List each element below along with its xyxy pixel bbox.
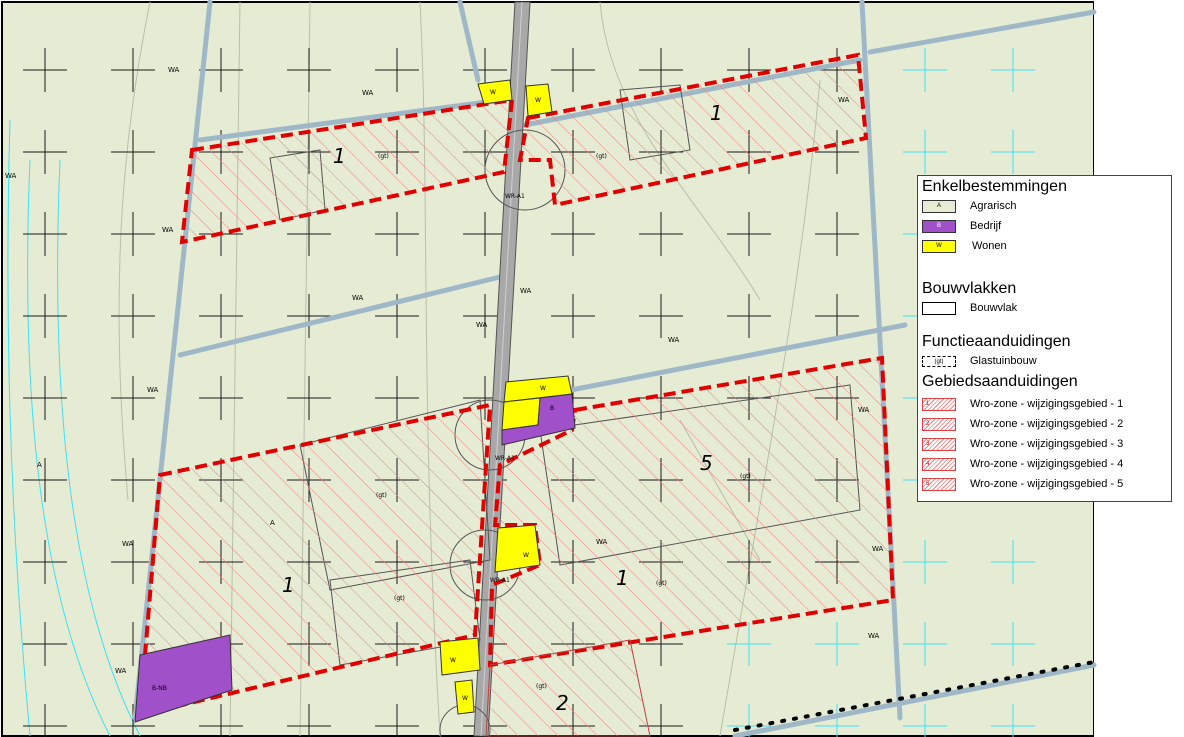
map-legend: Enkelbestemmingen A Agrarisch B Bedrijf … [917,175,1172,502]
wonen-code: W [535,97,541,104]
zone-label: WA [352,294,364,302]
bedrijf-swatch: B [922,219,956,233]
swatch-code: A [936,202,941,209]
zone-label: WA [362,89,374,97]
legend-item-wro-zone: 2 Wro-zone - wijzigingsgebied - 2 [922,416,1123,432]
gt-label: (gt) [536,683,547,690]
legend-label: Wro-zone - wijzigingsgebied - 2 [970,418,1124,430]
legend-heading-bouwvlakken: Bouwvlakken [922,280,1017,297]
glastuinbouw-swatch: (gt) [922,355,956,367]
swatch-code: 3 [926,440,930,447]
wro-zone-swatch: 4 [922,457,956,471]
zone-label: WA [122,540,134,548]
wro-label: WR-A1 [490,577,510,584]
legend-label: Bouwvlak [970,302,1018,314]
area-number: 1 [282,573,295,597]
gt-label: (gt) [376,492,387,499]
area-number: 2 [556,691,569,715]
zone-label: WA [115,667,127,675]
area-number: 1 [616,566,629,590]
wro-label: WR-A1 [505,193,525,200]
area-number: 1 [710,101,723,125]
swatch-code: 1 [926,400,930,407]
legend-label: Glastuinbouw [970,355,1037,367]
zone-label: WA [147,386,159,394]
legend-item-glastuinbouw: (gt) Glastuinbouw [922,353,1037,369]
wonen-code: W [523,552,529,559]
legend-heading-enkelbestemmingen: Enkelbestemmingen [922,178,1067,195]
legend-heading-functieaanduidingen: Functieaanduidingen [922,333,1071,350]
zone-label: B-NB [152,685,167,692]
swatch-code: W [936,242,942,249]
zone-label: WA [596,538,608,546]
zone-label: WA [868,632,880,640]
zone-label: WA [5,172,17,180]
wro-zone-swatch: 5 [922,477,956,491]
legend-item-bouwvlak: Bouwvlak [922,300,1017,316]
zone-label: WA [872,545,884,553]
wro-zone-swatch: 2 [922,417,956,431]
wonen-swatch: W [922,239,956,253]
legend-item-wro-zone: 4 Wro-zone - wijzigingsgebied - 4 [922,456,1123,472]
legend-label: Wro-zone - wijzigingsgebied - 3 [970,438,1124,450]
gt-label: (gt) [394,595,405,602]
swatch-code: (gt) [934,358,944,365]
area-number: 1 [333,144,346,168]
zone-label: A [37,461,42,469]
legend-item-agrarisch: A Agrarisch [922,198,1016,214]
gt-label: (gt) [656,580,667,587]
wro-zone-swatch: 1 [922,397,956,411]
swatch-code: B [936,222,941,229]
wonen-code: W [450,657,456,664]
agrarisch-swatch: A [922,199,956,213]
bedrijf-code: B [550,405,554,412]
legend-item-wro-zone: 1 Wro-zone - wijzigingsgebied - 1 [922,396,1123,412]
wonen-code: W [490,89,496,96]
wro-label: WR-A1 [495,455,515,462]
wonen-code: W [540,385,546,392]
swatch-code: 2 [926,420,930,427]
legend-label: Wro-zone - wijzigingsgebied - 4 [970,458,1124,470]
zone-label: WA [520,287,532,295]
zone-label: WA [838,96,850,104]
gt-label: (gt) [378,153,389,160]
legend-label: Bedrijf [970,220,1002,232]
zone-label: WA [476,321,488,329]
legend-item-wonen: W Wonen [922,238,1007,254]
legend-item-wro-zone: 3 Wro-zone - wijzigingsgebied - 3 [922,436,1123,452]
gt-label: (gt) [596,153,607,160]
legend-item-bedrijf: B Bedrijf [922,218,1001,234]
zone-label: WA [858,406,870,414]
bouwvlak-swatch [922,301,956,315]
zone-label: WA [168,66,180,74]
wonen-code: W [462,695,468,702]
wro-zone-swatch: 3 [922,437,956,451]
wonen-parcel [439,637,481,676]
swatch-code: 5 [926,480,930,487]
area-number: 5 [700,451,713,475]
legend-label: Agrarisch [970,200,1017,212]
zone-label: A [270,519,275,527]
legend-label: Wro-zone - wijzigingsgebied - 5 [970,478,1124,490]
legend-label: Wro-zone - wijzigingsgebied - 1 [970,398,1124,410]
gt-label: (gt) [740,473,751,480]
legend-heading-gebiedsaanduidingen: Gebiedsaanduidingen [922,373,1078,390]
legend-item-wro-zone: 5 Wro-zone - wijzigingsgebied - 5 [922,476,1123,492]
swatch-code: 4 [926,460,930,467]
legend-label: Wonen [972,240,1007,252]
wonen-parcel [494,524,541,573]
zone-label: WA [162,226,174,234]
zone-label: WA [668,336,680,344]
